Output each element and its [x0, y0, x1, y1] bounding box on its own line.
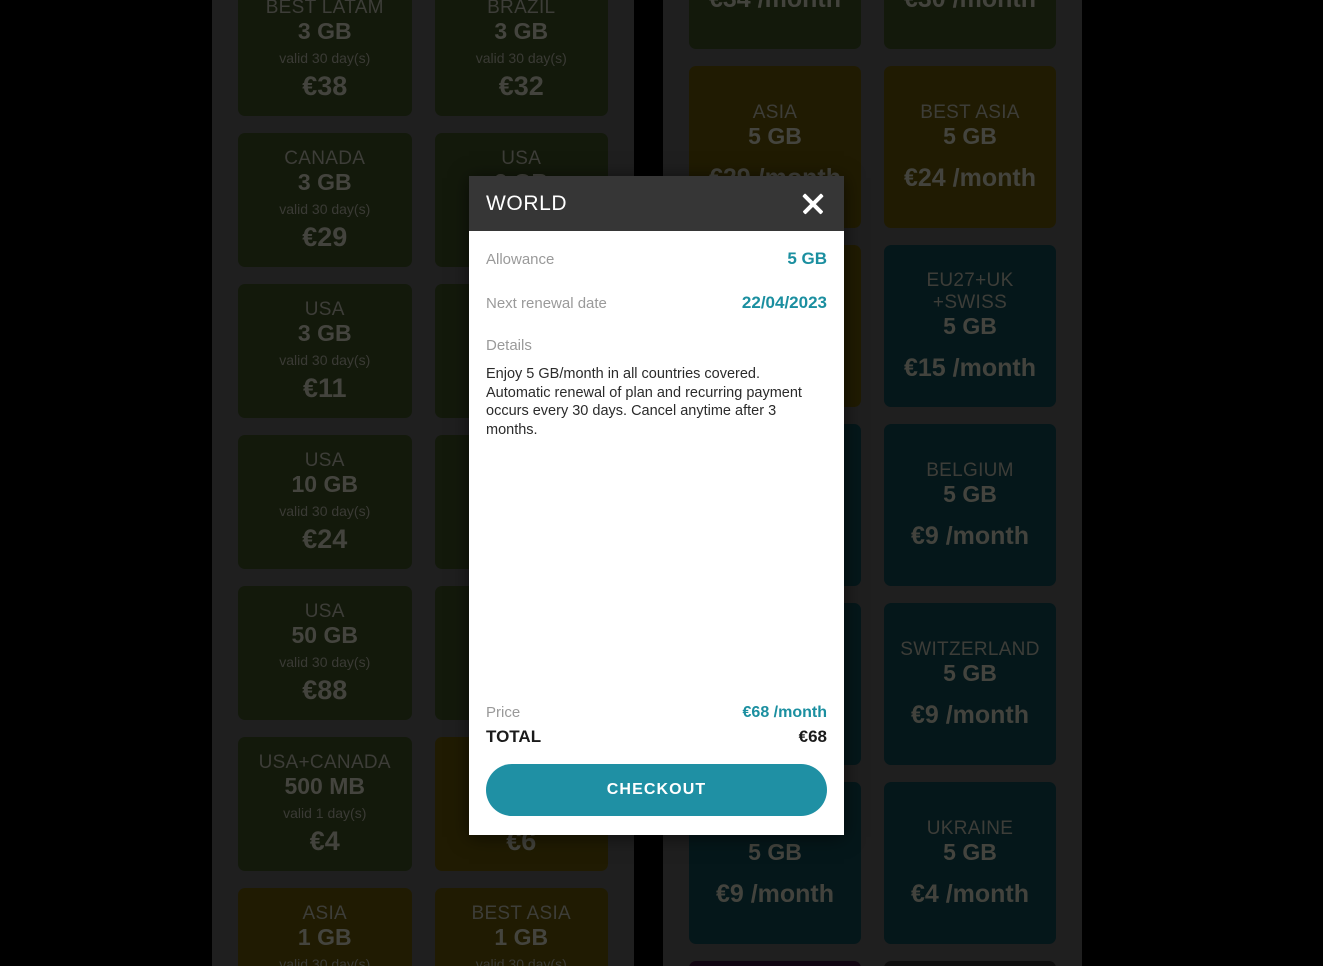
price-row: Price €68 /month: [486, 704, 827, 722]
allowance-label: Allowance: [486, 251, 555, 268]
total-row: TOTAL €68: [486, 727, 827, 747]
renewal-value: 22/04/2023: [741, 293, 827, 312]
app-screen: BEST LATAM 3 GB valid 30 day(s) €38 BRAZIL 3 …: [0, 0, 1323, 966]
allowance-value: 5 GB: [787, 249, 827, 268]
page-title: WORLD: [486, 191, 568, 215]
price-label: Price: [486, 704, 521, 721]
details-text: Enjoy 5 GB/month in all countries covere…: [486, 366, 802, 439]
renewal-row: Next renewal date 22/04/2023: [486, 293, 827, 313]
close-icon[interactable]: [798, 189, 828, 219]
total-value: €68: [798, 727, 827, 746]
modal-footer: Price €68 /month TOTAL €68 CHECKOUT: [469, 704, 844, 835]
plan-details-modal: WORLD Allowance 5 GB Next renewal date 2…: [469, 176, 844, 835]
renewal-label: Next renewal date: [486, 295, 607, 312]
total-label: TOTAL: [486, 727, 542, 746]
details-label: Details: [486, 337, 532, 354]
modal-body: Allowance 5 GB Next renewal date 22/04/2…: [469, 231, 844, 704]
price-value: €68 /month: [742, 704, 827, 721]
modal-header: WORLD: [469, 176, 844, 231]
checkout-button[interactable]: CHECKOUT: [486, 764, 827, 816]
allowance-row: Allowance 5 GB: [486, 249, 827, 269]
